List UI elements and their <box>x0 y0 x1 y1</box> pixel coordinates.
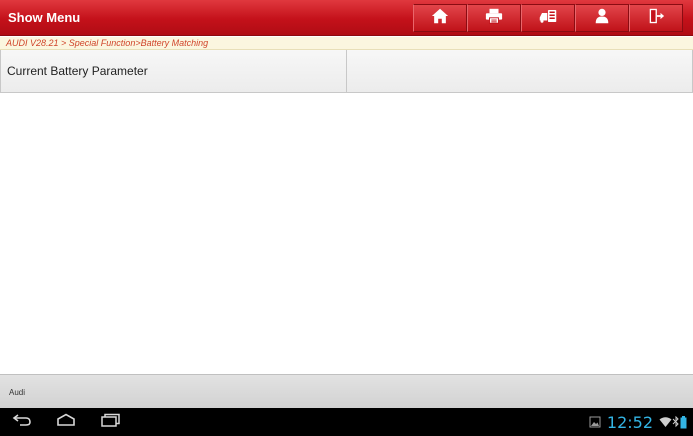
back-button[interactable] <box>8 413 36 432</box>
battery-parameter-row: Current Battery Parameter <box>0 50 693 93</box>
exit-button[interactable] <box>629 4 683 32</box>
clock: 12:52 <box>606 412 653 432</box>
exit-icon <box>647 7 665 30</box>
battery-icon <box>680 415 687 429</box>
diagnostic-icon <box>539 7 557 30</box>
top-bar: Show Menu <box>0 0 693 36</box>
bluetooth-icon <box>672 416 680 428</box>
android-nav-bar: 12:52 <box>0 408 693 436</box>
user-icon <box>593 7 611 30</box>
vehicle-label: Audi <box>9 388 26 397</box>
show-menu-title[interactable]: Show Menu <box>8 10 80 25</box>
home-nav-icon <box>56 413 76 432</box>
breadcrumb: AUDI V28.21 > Special Function>Battery M… <box>0 37 693 50</box>
recent-apps-button[interactable] <box>96 413 124 432</box>
home-nav-button[interactable] <box>52 413 80 432</box>
parameter-value-cell <box>347 50 692 92</box>
bottom-status-bar: Audi <box>0 374 693 408</box>
system-status: 12:52 <box>589 412 687 432</box>
printer-icon <box>485 7 503 30</box>
home-icon <box>431 7 449 30</box>
diagnostic-button[interactable] <box>521 4 575 32</box>
back-icon <box>12 413 32 432</box>
app-window: Show Menu AUDI V28.21 > Special Function… <box>0 0 693 436</box>
gallery-icon <box>589 416 601 428</box>
print-button[interactable] <box>467 4 521 32</box>
toolbar <box>413 4 683 32</box>
wifi-icon <box>659 416 672 428</box>
parameter-name-cell: Current Battery Parameter <box>1 50 347 92</box>
home-button[interactable] <box>413 4 467 32</box>
user-button[interactable] <box>575 4 629 32</box>
recent-apps-icon <box>100 413 120 432</box>
